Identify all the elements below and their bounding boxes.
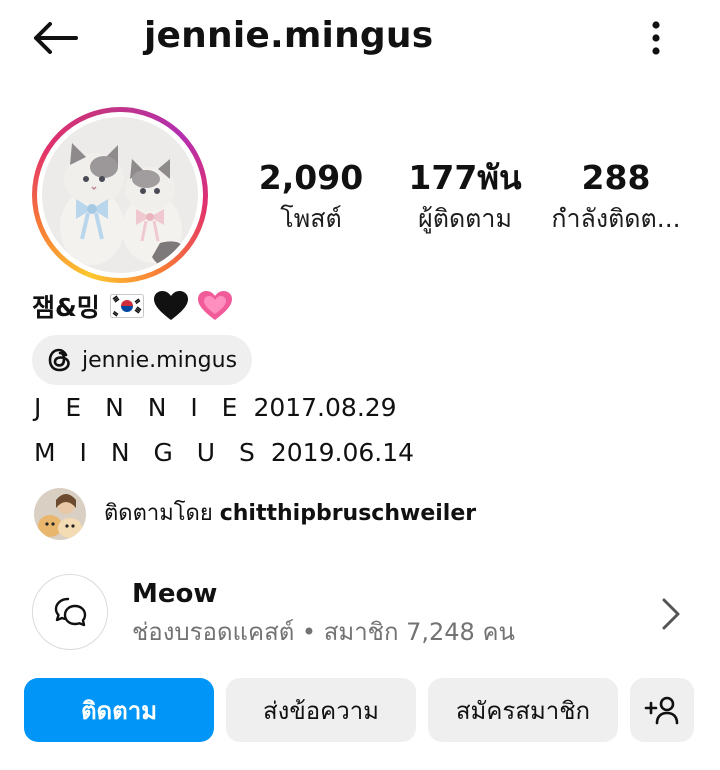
stat-posts[interactable]: 2,090 โพสต์ — [248, 156, 374, 238]
more-vertical-icon — [652, 21, 660, 55]
mutual-follower-avatar[interactable] — [34, 488, 86, 540]
followed-by-prefix: ติดตามโดย — [104, 501, 213, 526]
followers-count: 177พัน — [408, 158, 522, 197]
black-heart-icon — [153, 291, 188, 320]
posts-label: โพสต์ — [280, 204, 342, 233]
bio-date: 2019.06.14 — [270, 438, 415, 467]
followed-by-text[interactable]: ติดตามโดย chitthipbruschweiler — [104, 498, 476, 530]
display-name: 잼&밍 — [32, 293, 100, 322]
mutual-follower-avatar-image — [34, 488, 86, 540]
threads-profile-link[interactable]: jennie.mingus — [32, 335, 252, 385]
chevron-right-icon — [662, 598, 680, 630]
broadcast-chat-icon — [54, 597, 87, 627]
followers-label: ผู้ติดตาม — [418, 204, 512, 233]
bio-line: J E N N I E 2017.08.29 — [34, 391, 397, 425]
bio-name: J E N N I E — [34, 393, 246, 422]
threads-handle: jennie.mingus — [82, 347, 238, 373]
arrow-left-icon — [34, 22, 78, 54]
following-count: 288 — [581, 158, 651, 197]
two-cats-illustration — [42, 117, 198, 273]
follow-button[interactable]: ติดตาม — [24, 678, 214, 742]
suggested-users-button[interactable] — [630, 678, 694, 742]
back-button[interactable] — [26, 14, 84, 62]
bio-name: M I N G U S — [34, 438, 263, 467]
broadcast-channel-subtitle: ช่องบรอดแคสต์ • สมาชิก 7,248 คน — [132, 618, 515, 646]
stat-followers[interactable]: 177พัน ผู้ติดตาม — [400, 156, 530, 238]
broadcast-channel-title: Meow — [132, 579, 218, 609]
profile-avatar — [42, 117, 198, 273]
korea-flag-icon — [109, 294, 144, 318]
posts-count: 2,090 — [258, 158, 364, 197]
pink-heart-icon — [197, 291, 232, 320]
profile-username-title: jennie.mingus — [144, 15, 434, 56]
threads-icon — [48, 348, 70, 372]
add-person-icon — [644, 696, 679, 725]
message-button[interactable]: ส่งข้อความ — [226, 678, 416, 742]
broadcast-channel-icon-wrap — [32, 574, 108, 650]
bio-date: 2017.08.29 — [253, 393, 397, 422]
profile-avatar-story-ring[interactable] — [32, 107, 208, 283]
subscribe-button[interactable]: สมัครสมาชิก — [428, 678, 618, 742]
more-options-button[interactable] — [636, 14, 676, 62]
following-label: กำลังติดต... — [551, 204, 681, 233]
followed-by-user: chitthipbruschweiler — [219, 501, 477, 526]
display-name-row: 잼&밍 — [32, 288, 232, 324]
bio-line: M I N G U S 2019.06.14 — [34, 436, 414, 470]
stat-following[interactable]: 288 กำลังติดต... — [546, 156, 686, 238]
